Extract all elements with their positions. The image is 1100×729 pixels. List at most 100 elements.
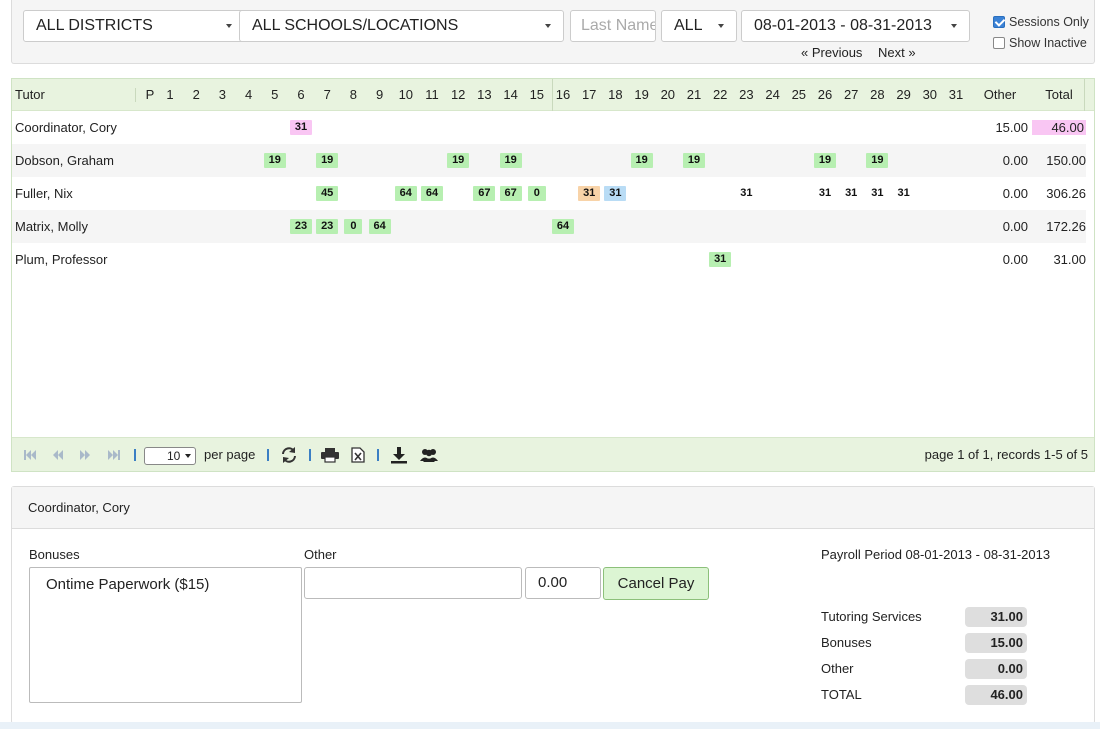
- date-range-select[interactable]: 08-01-2013 - 08-31-2013: [741, 10, 970, 42]
- col-header-tutor[interactable]: Tutor: [15, 79, 45, 111]
- col-header-day[interactable]: 20: [655, 79, 681, 111]
- session-cell[interactable]: 31: [893, 186, 915, 201]
- col-header-day[interactable]: 10: [393, 79, 419, 111]
- col-header-day[interactable]: 25: [786, 79, 812, 111]
- school-select[interactable]: ALL SCHOOLS/LOCATIONS: [239, 10, 564, 42]
- col-header-day[interactable]: 19: [629, 79, 655, 111]
- col-header-day[interactable]: 26: [812, 79, 838, 111]
- col-header-other[interactable]: Other: [978, 79, 1022, 111]
- col-header-day[interactable]: 23: [733, 79, 759, 111]
- col-header-day[interactable]: 17: [576, 79, 602, 111]
- session-cell[interactable]: 67: [473, 186, 496, 201]
- checkbox-unchecked-icon[interactable]: [993, 37, 1005, 49]
- tutor-name[interactable]: Matrix, Molly: [15, 210, 88, 243]
- session-cell[interactable]: 31: [578, 186, 601, 201]
- sessions-only-checkbox[interactable]: Sessions Only: [993, 15, 1089, 29]
- col-header-day[interactable]: 2: [183, 79, 209, 111]
- prev-page-icon[interactable]: [50, 447, 66, 463]
- col-header-day[interactable]: 22: [707, 79, 733, 111]
- col-header-day[interactable]: 24: [760, 79, 786, 111]
- show-inactive-checkbox[interactable]: Show Inactive: [993, 36, 1087, 50]
- users-icon[interactable]: [418, 447, 440, 463]
- col-header-day[interactable]: 5: [262, 79, 288, 111]
- col-header-day[interactable]: 21: [681, 79, 707, 111]
- table-row[interactable]: Fuller, Nix 45 64 64 67 67 0 31 31 31 31 31 31 31 0.00…: [12, 177, 1086, 210]
- other-amount-input[interactable]: 0.00: [525, 567, 601, 599]
- table-row[interactable]: Plum, Professor 31 0.00 31.00: [12, 243, 1086, 276]
- checkbox-checked-icon[interactable]: [993, 16, 1005, 28]
- session-cell[interactable]: 19: [316, 153, 339, 168]
- session-cell[interactable]: 23: [316, 219, 339, 234]
- col-header-day[interactable]: 8: [340, 79, 366, 111]
- session-cell[interactable]: 23: [290, 219, 312, 234]
- session-cell[interactable]: 31: [866, 186, 888, 201]
- col-header-day[interactable]: 7: [314, 79, 340, 111]
- col-header-day[interactable]: 18: [602, 79, 628, 111]
- district-select[interactable]: ALL DISTRICTS: [23, 10, 245, 42]
- session-cell[interactable]: 31: [709, 252, 732, 267]
- session-cell[interactable]: 31: [735, 186, 757, 201]
- col-header-day[interactable]: 11: [419, 79, 445, 111]
- refresh-icon[interactable]: [280, 446, 298, 464]
- excel-export-icon[interactable]: [350, 447, 366, 463]
- session-cell[interactable]: 0: [527, 186, 546, 201]
- next-page-icon[interactable]: [77, 447, 93, 463]
- col-header-day[interactable]: 4: [236, 79, 262, 111]
- bonuses-listbox[interactable]: Ontime Paperwork ($15): [29, 567, 302, 703]
- tutor-name[interactable]: Plum, Professor: [15, 243, 107, 276]
- session-cell[interactable]: 19: [447, 153, 470, 168]
- page-size-select[interactable]: 10: [144, 447, 196, 465]
- col-header-day[interactable]: 9: [367, 79, 393, 111]
- session-cell[interactable]: 64: [421, 186, 443, 201]
- session-cell[interactable]: 31: [840, 186, 862, 201]
- col-header-total[interactable]: Total: [1040, 79, 1078, 111]
- col-header-day[interactable]: 16: [550, 79, 576, 111]
- next-link[interactable]: Next »: [878, 45, 916, 60]
- session-cell[interactable]: 19: [263, 153, 286, 168]
- col-header-day[interactable]: 14: [498, 79, 524, 111]
- col-header-day[interactable]: 3: [209, 79, 235, 111]
- type-select[interactable]: ALL: [661, 10, 737, 42]
- session-cell[interactable]: 31: [290, 120, 312, 135]
- col-header-p[interactable]: P: [142, 79, 158, 111]
- tutor-name[interactable]: Coordinator, Cory: [15, 111, 117, 144]
- col-header-day[interactable]: 28: [864, 79, 890, 111]
- table-row[interactable]: Matrix, Molly 23 23 0 64 64 0.00 172.26: [12, 210, 1086, 243]
- col-header-day[interactable]: 15: [524, 79, 550, 111]
- previous-link[interactable]: « Previous: [801, 45, 862, 60]
- col-header-day[interactable]: 6: [288, 79, 314, 111]
- tutor-name[interactable]: Fuller, Nix: [15, 177, 73, 210]
- session-cell[interactable]: 19: [499, 153, 522, 168]
- session-cell[interactable]: 45: [316, 186, 339, 201]
- date-range-value: 08-01-2013 - 08-31-2013: [754, 17, 932, 34]
- session-cell[interactable]: 19: [866, 153, 889, 168]
- session-cell[interactable]: 31: [604, 186, 627, 201]
- tutor-name[interactable]: Dobson, Graham: [15, 144, 114, 177]
- col-header-day[interactable]: 31: [943, 79, 969, 111]
- last-page-icon[interactable]: [106, 447, 122, 463]
- col-header-day[interactable]: 13: [471, 79, 497, 111]
- session-cell[interactable]: 19: [683, 153, 705, 168]
- session-cell[interactable]: 67: [499, 186, 522, 201]
- bonus-option[interactable]: Ontime Paperwork ($15): [46, 576, 209, 593]
- session-cell[interactable]: 64: [394, 186, 417, 201]
- col-header-day[interactable]: 12: [445, 79, 471, 111]
- print-icon[interactable]: [320, 447, 340, 463]
- col-header-day[interactable]: 29: [891, 79, 917, 111]
- session-cell[interactable]: 19: [630, 153, 653, 168]
- session-cell[interactable]: 19: [814, 153, 836, 168]
- session-cell[interactable]: 64: [552, 219, 574, 234]
- col-header-day[interactable]: 27: [838, 79, 864, 111]
- col-header-day[interactable]: 30: [917, 79, 943, 111]
- session-cell[interactable]: 0: [344, 219, 363, 234]
- first-page-icon[interactable]: [22, 447, 38, 463]
- last-name-input[interactable]: Last Name: [570, 10, 656, 42]
- session-cell[interactable]: 31: [814, 186, 836, 201]
- download-icon[interactable]: [390, 446, 408, 464]
- cancel-pay-button[interactable]: Cancel Pay: [603, 567, 709, 600]
- table-row[interactable]: Coordinator, Cory 31 15.00 46.00: [12, 111, 1086, 144]
- col-header-day[interactable]: 1: [157, 79, 183, 111]
- session-cell[interactable]: 64: [368, 219, 391, 234]
- other-description-input[interactable]: [304, 567, 522, 599]
- table-row[interactable]: Dobson, Graham 19 19 19 19 19 19 19 19 0.00 150.00: [12, 144, 1086, 177]
